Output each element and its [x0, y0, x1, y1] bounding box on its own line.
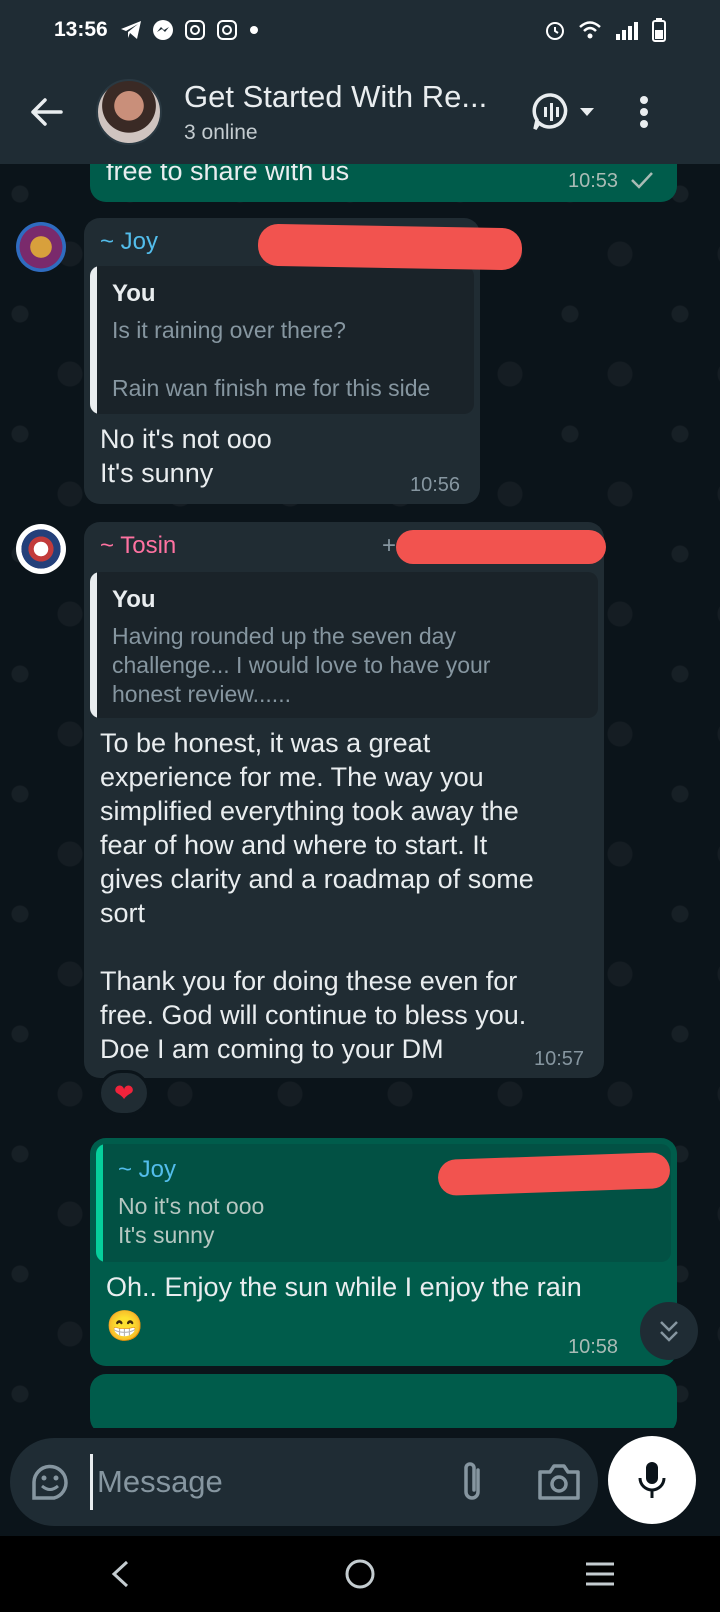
composer-pill — [10, 1438, 598, 1526]
status-bar: 13:56 — [0, 0, 720, 60]
quote-author: You — [112, 280, 156, 307]
emoji-grin: 😁 — [106, 1310, 144, 1343]
sender-phone: + — [382, 532, 397, 559]
message-time: 10:56 — [410, 474, 461, 496]
dot-icon — [249, 26, 258, 34]
nav-back-icon — [111, 1560, 129, 1588]
voice-record-button[interactable] — [608, 1436, 696, 1524]
message-time: 10:57 — [534, 1048, 585, 1070]
composer-bar — [0, 1428, 720, 1536]
quote-text: Is it raining over there? Rain wan finis… — [112, 317, 431, 401]
back-button[interactable] — [16, 82, 76, 142]
reaction-heart[interactable]: ❤ — [98, 1070, 150, 1116]
group-title-block[interactable]: Get Started With Re... 3 online — [184, 79, 504, 145]
voice-chat-button[interactable] — [528, 82, 598, 142]
message-bubble-outgoing[interactable]: free to share with us 10:53 — [90, 164, 677, 202]
nav-recents-button[interactable] — [570, 1544, 630, 1604]
chevron-down-icon — [580, 108, 594, 116]
nav-recents-icon — [586, 1562, 614, 1586]
redaction-mark — [396, 530, 606, 564]
message-text: Oh.. Enjoy the sun while I enjoy the rai… — [106, 1272, 582, 1302]
quote-text: Having rounded up the seven day challeng… — [112, 623, 491, 707]
sent-check-icon — [631, 172, 653, 189]
redaction-mark — [257, 223, 523, 271]
quote-author: You — [112, 586, 156, 613]
quoted-message[interactable]: You Having rounded up the seven day chal… — [90, 572, 598, 718]
quote-bar — [96, 1144, 103, 1262]
message-input[interactable] — [90, 1454, 430, 1510]
quote-text: No it's not ooo It's sunny — [118, 1193, 265, 1248]
microphone-icon — [638, 1462, 666, 1498]
telegram-icon — [120, 21, 141, 39]
more-options-button[interactable] — [624, 82, 664, 142]
chat-header: Get Started With Re... 3 online — [0, 60, 720, 164]
sender-avatar-tosin[interactable] — [16, 524, 66, 574]
sender-name-joy[interactable]: ~ Joy — [100, 228, 158, 256]
messenger-icon — [152, 20, 173, 40]
sticker-icon[interactable] — [28, 1460, 72, 1504]
message-bubble-outgoing[interactable] — [90, 1374, 677, 1428]
wifi-icon — [579, 21, 601, 39]
more-vertical-icon — [640, 96, 648, 128]
system-icons — [544, 18, 666, 42]
double-chevron-down-icon — [660, 1321, 678, 1342]
notification-icons — [120, 19, 260, 41]
quote-bar — [90, 266, 97, 414]
message-time: 10:58 — [568, 1336, 619, 1358]
instagram-icon — [216, 20, 237, 40]
message-text: No it's not ooo It's sunny — [100, 424, 272, 488]
nav-home-icon — [345, 1559, 375, 1589]
battery-icon — [652, 18, 666, 42]
quoted-message[interactable]: You Is it raining over there? Rain wan f… — [90, 266, 474, 414]
alarm-icon — [546, 22, 564, 40]
nav-home-button[interactable] — [330, 1544, 390, 1604]
message-bubble-incoming[interactable]: ~ Tosin + You Having rounded up the seve… — [84, 522, 604, 1078]
voice-chat-icon — [532, 93, 568, 130]
sender-avatar-joy[interactable] — [16, 222, 66, 272]
nav-back-button[interactable] — [90, 1544, 150, 1604]
instagram-icon — [184, 20, 205, 40]
scroll-to-bottom-button[interactable] — [640, 1302, 698, 1360]
group-avatar[interactable] — [96, 79, 162, 145]
message-text: To be honest, it was a great experience … — [100, 728, 534, 1064]
paperclip-icon[interactable] — [452, 1458, 492, 1506]
online-count: 3 online — [184, 121, 258, 144]
system-nav-bar — [0, 1536, 720, 1612]
group-title: Get Started With Re... — [184, 79, 488, 114]
status-time: 13:56 — [54, 18, 108, 41]
signal-icon — [616, 22, 638, 40]
back-arrow-icon — [31, 98, 63, 126]
message-text: free to share with us — [106, 164, 350, 186]
sender-name-tosin[interactable]: ~ Tosin — [100, 532, 176, 560]
quote-author: ~ Joy — [118, 1156, 177, 1183]
chat-area[interactable]: free to share with us 10:53 ~ Joy You Is… — [0, 164, 720, 1428]
message-time: 10:53 — [568, 170, 619, 192]
quote-bar — [90, 572, 97, 718]
camera-icon[interactable] — [536, 1460, 582, 1504]
